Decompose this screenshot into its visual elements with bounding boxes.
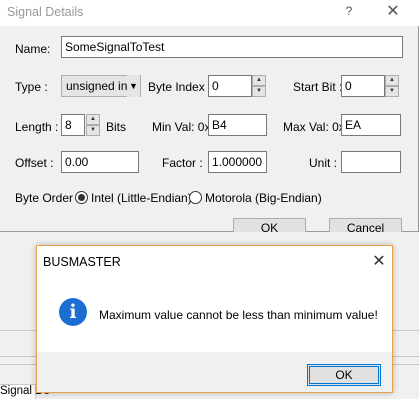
factor-label: Factor : — [162, 156, 203, 170]
start-bit-input[interactable]: 0 — [341, 75, 385, 97]
message-box-title: BUSMASTER — [43, 255, 121, 269]
min-val-input[interactable]: B4 — [208, 114, 267, 136]
spin-up-icon[interactable]: ▲ — [86, 114, 100, 125]
type-label: Type : — [15, 80, 48, 94]
unit-label: Unit : — [309, 156, 338, 170]
unit-input[interactable] — [341, 151, 401, 173]
radio-motorola[interactable] — [189, 191, 202, 204]
byte-index-spinner[interactable]: ▲ ▼ — [252, 75, 266, 97]
message-text: Maximum value cannot be less than minimu… — [99, 308, 378, 322]
spin-down-icon[interactable]: ▼ — [86, 125, 100, 136]
start-bit-spinner[interactable]: ▲ ▼ — [385, 75, 399, 97]
signal-details-title: Signal Details — [7, 5, 84, 19]
radio-intel-label[interactable]: Intel (Little-Endian) — [91, 191, 192, 205]
close-icon[interactable]: ✕ — [371, 253, 387, 271]
message-ok-button[interactable]: OK — [307, 364, 381, 386]
max-val-input[interactable]: EA — [341, 114, 401, 136]
spin-up-icon[interactable]: ▲ — [385, 75, 399, 86]
busmaster-message-box: BUSMASTER ✕ i Maximum value cannot be le… — [36, 245, 393, 393]
signal-details-titlebar[interactable]: Signal Details ? ✕ — [0, 0, 419, 26]
spin-down-icon[interactable]: ▼ — [385, 86, 399, 97]
name-label: Name: — [15, 42, 51, 56]
offset-label: Offset : — [15, 156, 54, 170]
close-icon[interactable]: ✕ — [385, 3, 401, 21]
spin-down-icon[interactable]: ▼ — [252, 86, 266, 97]
name-input[interactable]: SomeSignalToTest — [61, 36, 403, 58]
spin-up-icon[interactable]: ▲ — [252, 75, 266, 86]
type-select-value: unsigned int — [66, 79, 131, 93]
max-val-label: Max Val: 0x — [283, 120, 345, 134]
length-unit-label: Bits — [106, 120, 127, 134]
length-spinner[interactable]: ▲ ▼ — [86, 114, 100, 136]
length-label: Length : — [15, 120, 59, 134]
byte-index-label: Byte Index : — [148, 80, 212, 94]
min-val-label: Min Val: 0x — [152, 120, 211, 134]
chevron-down-icon[interactable]: ▼ — [127, 75, 140, 97]
signal-details-dialog: Signal Details ? ✕ Name: SomeSignalToTes… — [0, 0, 419, 239]
radio-selected-dot — [78, 194, 85, 201]
info-icon: i — [59, 298, 87, 326]
start-bit-label: Start Bit : — [293, 80, 343, 94]
radio-intel[interactable] — [75, 191, 88, 204]
length-input[interactable]: 8 — [61, 114, 85, 136]
help-icon[interactable]: ? — [343, 4, 355, 20]
factor-input[interactable]: 1.000000 — [208, 151, 267, 173]
byte-order-label: Byte Order : — [15, 191, 80, 205]
focus-rect — [309, 366, 379, 384]
radio-motorola-label[interactable]: Motorola (Big-Endian) — [205, 191, 322, 205]
offset-input[interactable]: 0.00 — [61, 151, 139, 173]
byte-index-input[interactable]: 0 — [208, 75, 252, 97]
